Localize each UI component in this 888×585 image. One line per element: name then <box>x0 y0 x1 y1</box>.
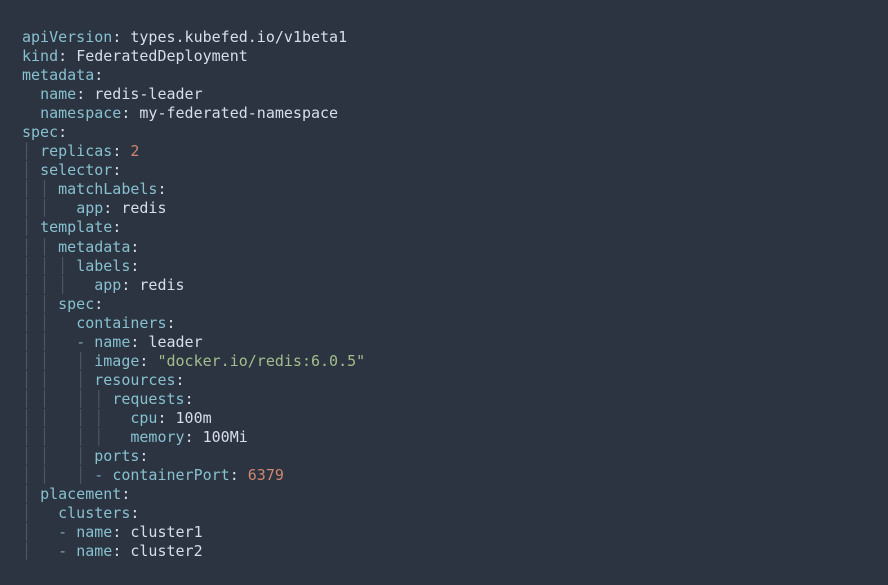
yaml-value: redis-leader <box>94 85 202 103</box>
yaml-key: memory <box>130 428 184 446</box>
yaml-key: metadata <box>58 238 130 256</box>
yaml-key: spec <box>58 295 94 313</box>
yaml-value: FederatedDeployment <box>76 47 248 65</box>
yaml-key: image <box>94 352 139 370</box>
yaml-key: resources <box>94 371 175 389</box>
yaml-key: selector <box>40 161 112 179</box>
yaml-key: template <box>40 218 112 236</box>
yaml-value: 2 <box>130 142 139 160</box>
yaml-key: app <box>76 199 103 217</box>
yaml-key: name <box>94 333 130 351</box>
yaml-value: cluster2 <box>130 542 202 560</box>
yaml-value: my-federated-namespace <box>139 104 338 122</box>
yaml-key: name <box>76 523 112 541</box>
yaml-key: labels <box>76 257 130 275</box>
yaml-value: 100Mi <box>203 428 248 446</box>
yaml-key: metadata <box>22 66 94 84</box>
yaml-value: cluster1 <box>130 523 202 541</box>
yaml-value: leader <box>148 333 202 351</box>
yaml-value: 6379 <box>248 466 284 484</box>
yaml-key: containerPort <box>112 466 229 484</box>
yaml-key: name <box>76 542 112 560</box>
yaml-key: kind <box>22 47 58 65</box>
yaml-key: ports <box>94 447 139 465</box>
yaml-value: redis <box>139 276 184 294</box>
yaml-key: containers <box>76 314 166 332</box>
yaml-key: requests <box>112 390 184 408</box>
yaml-value: "docker.io/redis:6.0.5" <box>157 352 365 370</box>
yaml-code-block: apiVersion: types.kubefed.io/v1beta1 kin… <box>22 28 866 561</box>
yaml-key: app <box>94 276 121 294</box>
yaml-value: 100m <box>176 409 212 427</box>
yaml-key: apiVersion <box>22 28 112 46</box>
yaml-key: replicas <box>40 142 112 160</box>
yaml-key: matchLabels <box>58 180 157 198</box>
yaml-key: clusters <box>58 504 130 522</box>
yaml-key: namespace <box>40 104 121 122</box>
yaml-key: placement <box>40 485 121 503</box>
yaml-key: cpu <box>130 409 157 427</box>
yaml-value: redis <box>121 199 166 217</box>
yaml-key: name <box>40 85 76 103</box>
yaml-value: types.kubefed.io/v1beta1 <box>130 28 347 46</box>
yaml-key: spec <box>22 123 58 141</box>
